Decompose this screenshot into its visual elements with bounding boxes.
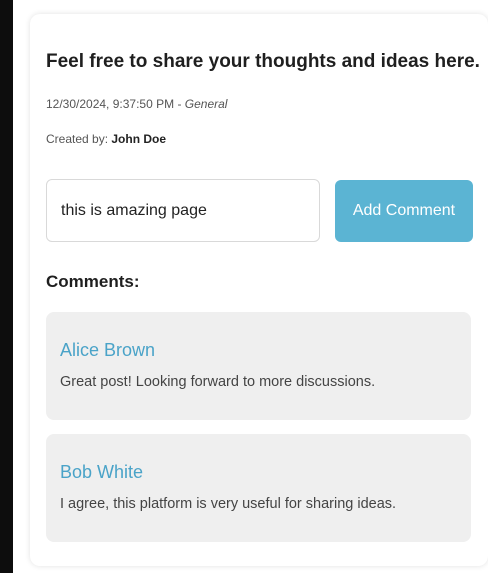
comment-author-name[interactable]: Bob White — [60, 462, 143, 483]
post-author-name: John Doe — [111, 132, 167, 146]
comment-text: Great post! Looking forward to more disc… — [60, 374, 376, 390]
comment-item: Alice Brown Great post! Looking forward … — [46, 312, 471, 420]
post-title: Feel free to share your thoughts and ide… — [46, 51, 480, 72]
post-timestamp: 12/30/2024, 9:37:50 PM — [46, 97, 175, 111]
post-card: Feel free to share your thoughts and ide… — [30, 14, 488, 566]
post-category: General — [184, 97, 228, 111]
meta-separator: - — [174, 97, 185, 111]
comment-item: Bob White I agree, this platform is very… — [46, 434, 471, 542]
left-edge-bar — [0, 0, 13, 573]
created-by-label: Created by: — [46, 132, 112, 146]
comment-text: I agree, this platform is very useful fo… — [60, 496, 397, 512]
add-comment-button[interactable]: Add Comment — [335, 180, 473, 242]
comment-input[interactable] — [46, 179, 320, 242]
comments-heading: Comments: — [46, 272, 140, 291]
comment-author-name[interactable]: Alice Brown — [60, 340, 155, 361]
post-meta: 12/30/2024, 9:37:50 PM - General — [46, 97, 227, 111]
post-created-by: Created by: John Doe — [46, 132, 166, 146]
